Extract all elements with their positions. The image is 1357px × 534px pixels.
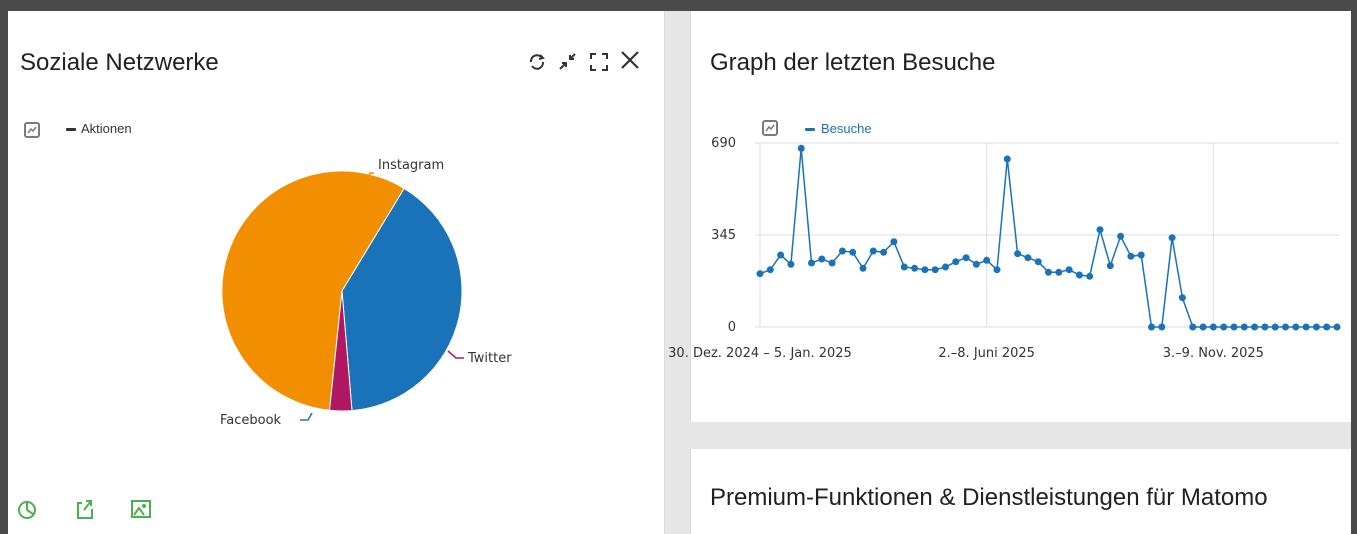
x-tick-label: 2.–8. Juni 2025 <box>938 346 1035 361</box>
data-point <box>1086 272 1094 280</box>
data-point <box>1024 254 1032 262</box>
data-point <box>952 258 960 266</box>
line-chart: 690 345 0 30. Dez. 2024 – 5. Jan. 2025 2.–8.… <box>668 136 1341 361</box>
data-point <box>993 266 1001 274</box>
data-point <box>838 247 846 255</box>
data-point <box>1045 268 1052 276</box>
data-point <box>1312 323 1320 331</box>
data-point <box>921 266 929 274</box>
data-point <box>777 251 785 259</box>
data-point <box>1199 323 1207 331</box>
premium-widget: Premium-Funktionen & Dienstleistungen fü… <box>690 449 1351 534</box>
x-tick-label: 30. Dez. 2024 – 5. Jan. 2025 <box>668 346 852 361</box>
pie-label-facebook: Facebook <box>220 413 282 428</box>
data-point <box>1148 323 1155 331</box>
data-point <box>962 254 970 262</box>
data-point <box>1292 323 1300 331</box>
data-point <box>1189 323 1197 331</box>
data-point <box>1106 262 1114 270</box>
pie-label-instagram: Instagram <box>378 158 444 173</box>
data-point <box>1055 268 1063 276</box>
export-icon[interactable] <box>74 497 96 521</box>
data-point <box>1178 294 1186 302</box>
data-point <box>1323 323 1331 331</box>
data-point <box>972 260 980 268</box>
data-point <box>1065 266 1073 274</box>
data-point <box>911 264 919 272</box>
visits-graph-widget: Graph der letzten Besuche Besuche 690 345… <box>668 11 1351 422</box>
data-point <box>808 259 815 267</box>
data-point <box>1240 323 1248 331</box>
data-point <box>849 248 857 256</box>
pie-label-twitter: Twitter <box>467 351 512 366</box>
data-point <box>942 263 949 271</box>
data-point <box>1209 323 1217 331</box>
data-point <box>1230 323 1238 331</box>
data-point <box>818 255 826 263</box>
data-point <box>756 270 764 278</box>
y-tick-label: 345 <box>711 228 736 243</box>
data-point <box>1014 250 1022 258</box>
y-tick-label: 0 <box>728 320 736 335</box>
data-point <box>1168 234 1176 242</box>
pie-chart-icon[interactable] <box>16 498 38 522</box>
data-point <box>859 264 867 272</box>
data-point <box>1302 323 1310 331</box>
data-point <box>797 144 805 152</box>
data-point <box>983 256 991 264</box>
data-point <box>1251 323 1259 331</box>
social-networks-widget: Soziale Netzwerke Aktionen Instagram Face… <box>8 11 665 534</box>
data-point <box>890 238 898 246</box>
data-point <box>766 266 774 274</box>
pie-label-connector <box>447 350 464 359</box>
data-point <box>900 263 908 271</box>
data-point <box>1127 252 1135 260</box>
window-frame-top <box>0 0 1357 11</box>
data-point <box>1096 226 1104 234</box>
window-frame-left <box>0 0 8 534</box>
data-point <box>787 260 795 268</box>
x-tick-label: 3.–9. Nov. 2025 <box>1163 346 1264 361</box>
data-point <box>869 247 877 255</box>
data-point <box>931 266 939 274</box>
data-point <box>1261 323 1269 331</box>
series-line-besuche <box>759 148 1337 328</box>
data-point <box>828 259 836 267</box>
data-point <box>880 248 888 256</box>
data-point <box>1220 323 1228 331</box>
y-tick-label: 690 <box>711 136 736 151</box>
widget-title: Premium-Funktionen & Dienstleistungen fü… <box>710 484 1268 511</box>
data-point <box>1271 323 1279 331</box>
data-point <box>1282 323 1289 331</box>
window-frame-right <box>1351 0 1357 534</box>
data-point <box>1333 323 1341 331</box>
data-point <box>1075 271 1083 279</box>
data-point <box>1158 323 1166 331</box>
data-point <box>1003 155 1011 163</box>
pie-chart: Instagram Facebook Twitter <box>220 158 512 428</box>
data-point <box>1117 232 1125 240</box>
data-point <box>1034 258 1042 266</box>
image-icon[interactable] <box>130 498 152 522</box>
data-point <box>1137 251 1145 259</box>
pie-label-connector <box>300 412 313 421</box>
